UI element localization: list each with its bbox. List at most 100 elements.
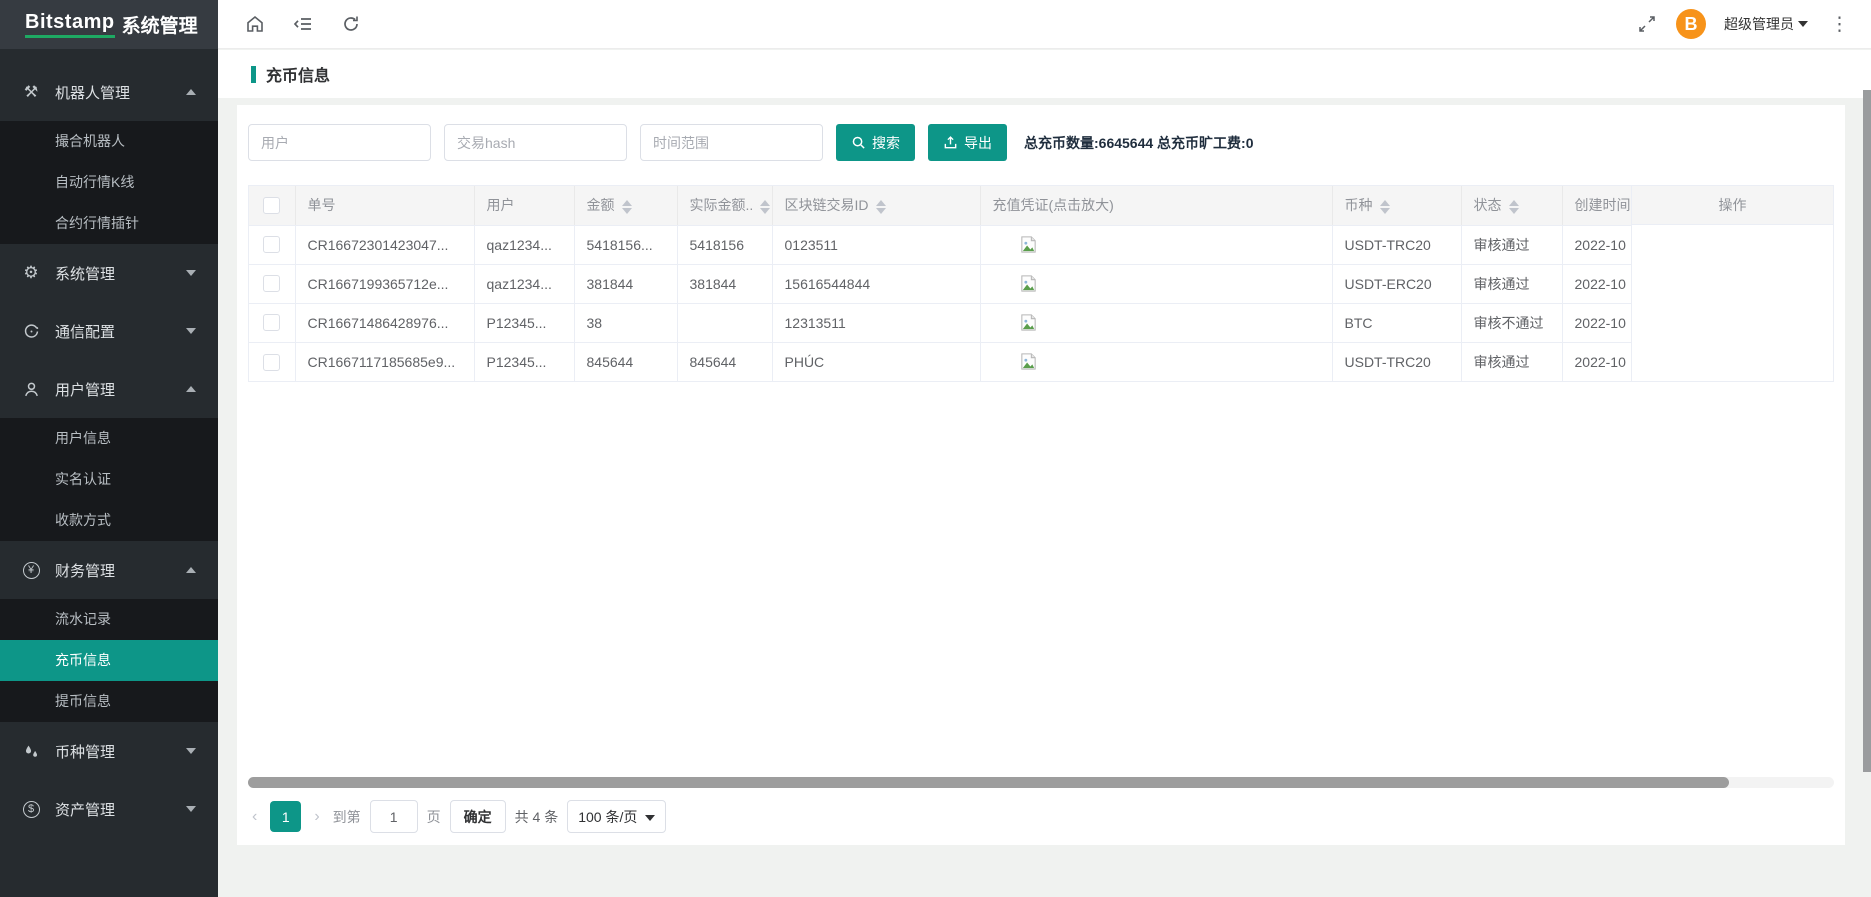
sidebar-item[interactable]: 实名认证	[0, 459, 218, 500]
goto-page-input[interactable]	[370, 800, 418, 833]
user-name-label: 超级管理员	[1724, 14, 1794, 34]
broken-image-icon[interactable]	[1019, 313, 1038, 332]
refresh-icon[interactable]	[340, 13, 362, 35]
cell-order: CR1667117185685e9...	[295, 342, 474, 381]
cell-user: P12345...	[474, 303, 574, 342]
current-page-button[interactable]: 1	[270, 801, 301, 832]
sidebar-group-1[interactable]: ⚒机器人管理	[0, 63, 218, 121]
page-title: 充币信息	[266, 62, 330, 86]
sidebar-item[interactable]: 提币信息	[0, 681, 218, 722]
deposit-table: 单号用户金额实际金额..区块链交易ID充值凭证(点击放大)币种状态创建时间 CR1…	[248, 185, 1834, 382]
sidebar-group-6[interactable]: 币种管理	[0, 722, 218, 780]
cell-coin: USDT-ERC20	[1332, 264, 1461, 303]
sidebar-group-label: 币种管理	[55, 741, 186, 762]
fullscreen-icon[interactable]	[1636, 13, 1658, 35]
vertical-scrollbar-thumb[interactable]	[1863, 90, 1871, 772]
more-options-icon[interactable]: ⋮	[1826, 13, 1853, 36]
sidebar-group-label: 用户管理	[55, 379, 186, 400]
row-checkbox[interactable]	[263, 236, 280, 253]
sidebar-item[interactable]: 自动行情K线	[0, 162, 218, 203]
column-header-amount[interactable]: 金额	[574, 186, 677, 225]
column-header-status[interactable]: 状态	[1461, 186, 1562, 225]
cell-user: qaz1234...	[474, 264, 574, 303]
sidebar-item[interactable]: 流水记录	[0, 599, 218, 640]
select-all-checkbox[interactable]	[263, 197, 280, 214]
table-row: CR16671486428976...P12345...3812313511BT…	[249, 303, 1833, 342]
sidebar-group-label: 机器人管理	[55, 82, 186, 103]
sidebar-group-5[interactable]: ¥财务管理	[0, 541, 218, 599]
home-icon[interactable]	[244, 13, 266, 35]
horizontal-scrollbar-thumb[interactable]	[248, 777, 1729, 788]
table-row: CR1667199365712e...qaz1234...38184438184…	[249, 264, 1833, 303]
cell-status: 审核通过	[1461, 342, 1562, 381]
breadcrumb: 充币信息	[218, 50, 1871, 98]
page-size-select[interactable]: 100 条/页	[567, 800, 666, 833]
sort-icon[interactable]	[1380, 200, 1390, 214]
sort-icon[interactable]	[760, 200, 770, 214]
sidebar-submenu: 撮合机器人自动行情K线合约行情插针	[0, 121, 218, 244]
cell-txid: PHÚC	[772, 342, 980, 381]
cell-amount: 38	[574, 303, 677, 342]
operation-column-header: 操作	[1632, 186, 1833, 225]
sidebar-item[interactable]: 收款方式	[0, 500, 218, 541]
sidebar: Bitstamp 系统管理 ⚒机器人管理撮合机器人自动行情K线合约行情插针⚙系统…	[0, 0, 218, 897]
deposit-totals: 总充币数量:6645644 总充币旷工费:0	[1024, 133, 1254, 153]
cell-user: qaz1234...	[474, 225, 574, 264]
cell-amount: 5418156...	[574, 225, 677, 264]
cell-proof	[980, 303, 1332, 342]
cell-actual: 5418156	[677, 225, 772, 264]
menu-fold-icon[interactable]	[292, 13, 314, 35]
sidebar-menu: ⚒机器人管理撮合机器人自动行情K线合约行情插针 ⚙ 系统管理通信配置用户管理用户信息…	[0, 49, 218, 838]
user-menu[interactable]: 超级管理员	[1724, 14, 1808, 34]
row-checkbox[interactable]	[263, 354, 280, 371]
cell-coin: BTC	[1332, 303, 1461, 342]
sidebar-group-2[interactable]: ⚙ 系统管理	[0, 244, 218, 302]
tx-hash-filter-input[interactable]	[444, 124, 627, 161]
sort-icon[interactable]	[1509, 200, 1519, 214]
broken-image-icon[interactable]	[1019, 352, 1038, 371]
next-page-icon[interactable]: ›	[310, 808, 323, 826]
broken-image-icon[interactable]	[1019, 274, 1038, 293]
chevron-up-icon	[186, 386, 196, 392]
column-header-coin[interactable]: 币种	[1332, 186, 1461, 225]
breadcrumb-marker	[251, 66, 256, 83]
sort-icon[interactable]	[876, 200, 886, 214]
column-header-actual[interactable]: 实际金额..	[677, 186, 772, 225]
cell-actual: 381844	[677, 264, 772, 303]
broken-image-icon[interactable]	[1019, 235, 1038, 254]
sidebar-group-3[interactable]: 通信配置	[0, 302, 218, 360]
sidebar-group-4[interactable]: 用户管理	[0, 360, 218, 418]
user-filter-input[interactable]	[248, 124, 431, 161]
confirm-button[interactable]: 确定	[450, 800, 506, 833]
export-button[interactable]: 导出	[928, 124, 1007, 161]
sidebar-group-label: 资产管理	[55, 799, 186, 820]
page-background: 搜索 导出 总充币数量:6645644 总充币旷工费:0 单号用户金额实际金额.…	[218, 98, 1871, 897]
column-header-txid[interactable]: 区块链交易ID	[772, 186, 980, 225]
sidebar-submenu: 流水记录充币信息提币信息	[0, 599, 218, 722]
table-header-row: 单号用户金额实际金额..区块链交易ID充值凭证(点击放大)币种状态创建时间	[249, 186, 1833, 225]
row-checkbox[interactable]	[263, 275, 280, 292]
sidebar-item[interactable]: 撮合机器人	[0, 121, 218, 162]
goto-label: 到第	[333, 807, 361, 827]
sidebar-group-label: 系统管理	[55, 263, 186, 284]
user-avatar-bitcoin-icon[interactable]: B	[1676, 9, 1706, 39]
comm-icon	[21, 321, 41, 341]
cell-proof	[980, 225, 1332, 264]
sidebar-item[interactable]: 合约行情插针	[0, 203, 218, 244]
page-size-label: 100 条/页	[578, 807, 637, 827]
sidebar-group-7[interactable]: $资产管理	[0, 780, 218, 838]
sort-icon[interactable]	[622, 200, 632, 214]
column-header-proof: 充值凭证(点击放大)	[980, 186, 1332, 225]
row-checkbox[interactable]	[263, 314, 280, 331]
sidebar-item[interactable]: 充币信息	[0, 640, 218, 681]
cell-order: CR16671486428976...	[295, 303, 474, 342]
column-header-user: 用户	[474, 186, 574, 225]
search-button[interactable]: 搜索	[836, 124, 915, 161]
cell-user: P12345...	[474, 342, 574, 381]
time-range-filter-input[interactable]	[640, 124, 823, 161]
sidebar-item[interactable]: 用户信息	[0, 418, 218, 459]
cell-proof	[980, 342, 1332, 381]
prev-page-icon[interactable]: ‹	[248, 808, 261, 826]
chevron-down-icon	[186, 270, 196, 276]
gear-icon: ⚙	[21, 263, 41, 283]
